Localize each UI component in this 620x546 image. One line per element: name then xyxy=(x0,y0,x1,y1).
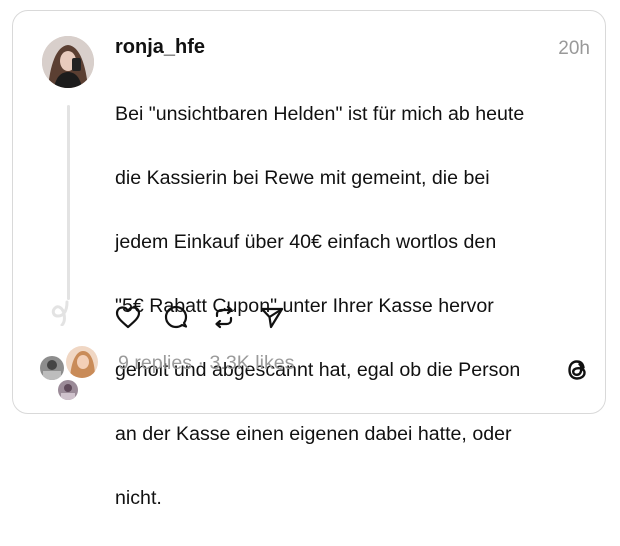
repost-button[interactable] xyxy=(211,304,237,330)
avatar[interactable] xyxy=(42,36,94,88)
reply-button[interactable] xyxy=(163,304,189,330)
stats-separator: · xyxy=(197,352,205,374)
replier-photo xyxy=(58,380,78,400)
likes-count[interactable]: 3.3K likes xyxy=(210,352,295,374)
replier-photo xyxy=(40,356,64,380)
thread-line xyxy=(67,105,70,300)
send-icon xyxy=(260,307,284,329)
like-button[interactable] xyxy=(115,304,141,330)
timestamp[interactable]: 20h xyxy=(558,38,590,60)
threads-logo-icon xyxy=(568,360,586,380)
share-button[interactable] xyxy=(259,304,285,330)
post-text-line: die Kassierin bei Rewe mit gemeint, die … xyxy=(115,167,490,189)
thread-loop-icon xyxy=(51,300,69,326)
replier-avatars[interactable] xyxy=(38,344,104,402)
replies-count[interactable]: 9 replies xyxy=(118,352,192,374)
action-bar xyxy=(115,304,285,330)
replier-photo xyxy=(66,346,98,378)
post-stats: 9 replies · 3.3K likes xyxy=(118,352,294,375)
post-text-line: Bei "unsichtbaren Helden" ist für mich a… xyxy=(115,103,525,125)
replier-avatar xyxy=(38,354,66,382)
comment-icon xyxy=(164,305,188,329)
username[interactable]: ronja_hfe xyxy=(115,36,205,59)
post-text-line: nicht. xyxy=(115,487,162,509)
repost-icon xyxy=(215,305,233,329)
replier-avatar xyxy=(64,344,100,380)
post-text-line: jedem Einkauf über 40€ einfach wortlos d… xyxy=(115,231,497,253)
post-text-line: an der Kasse einen eigenen dabei hatte, … xyxy=(115,423,512,445)
replier-avatar xyxy=(56,378,80,402)
heart-icon xyxy=(115,306,141,329)
avatar-photo xyxy=(42,36,94,88)
